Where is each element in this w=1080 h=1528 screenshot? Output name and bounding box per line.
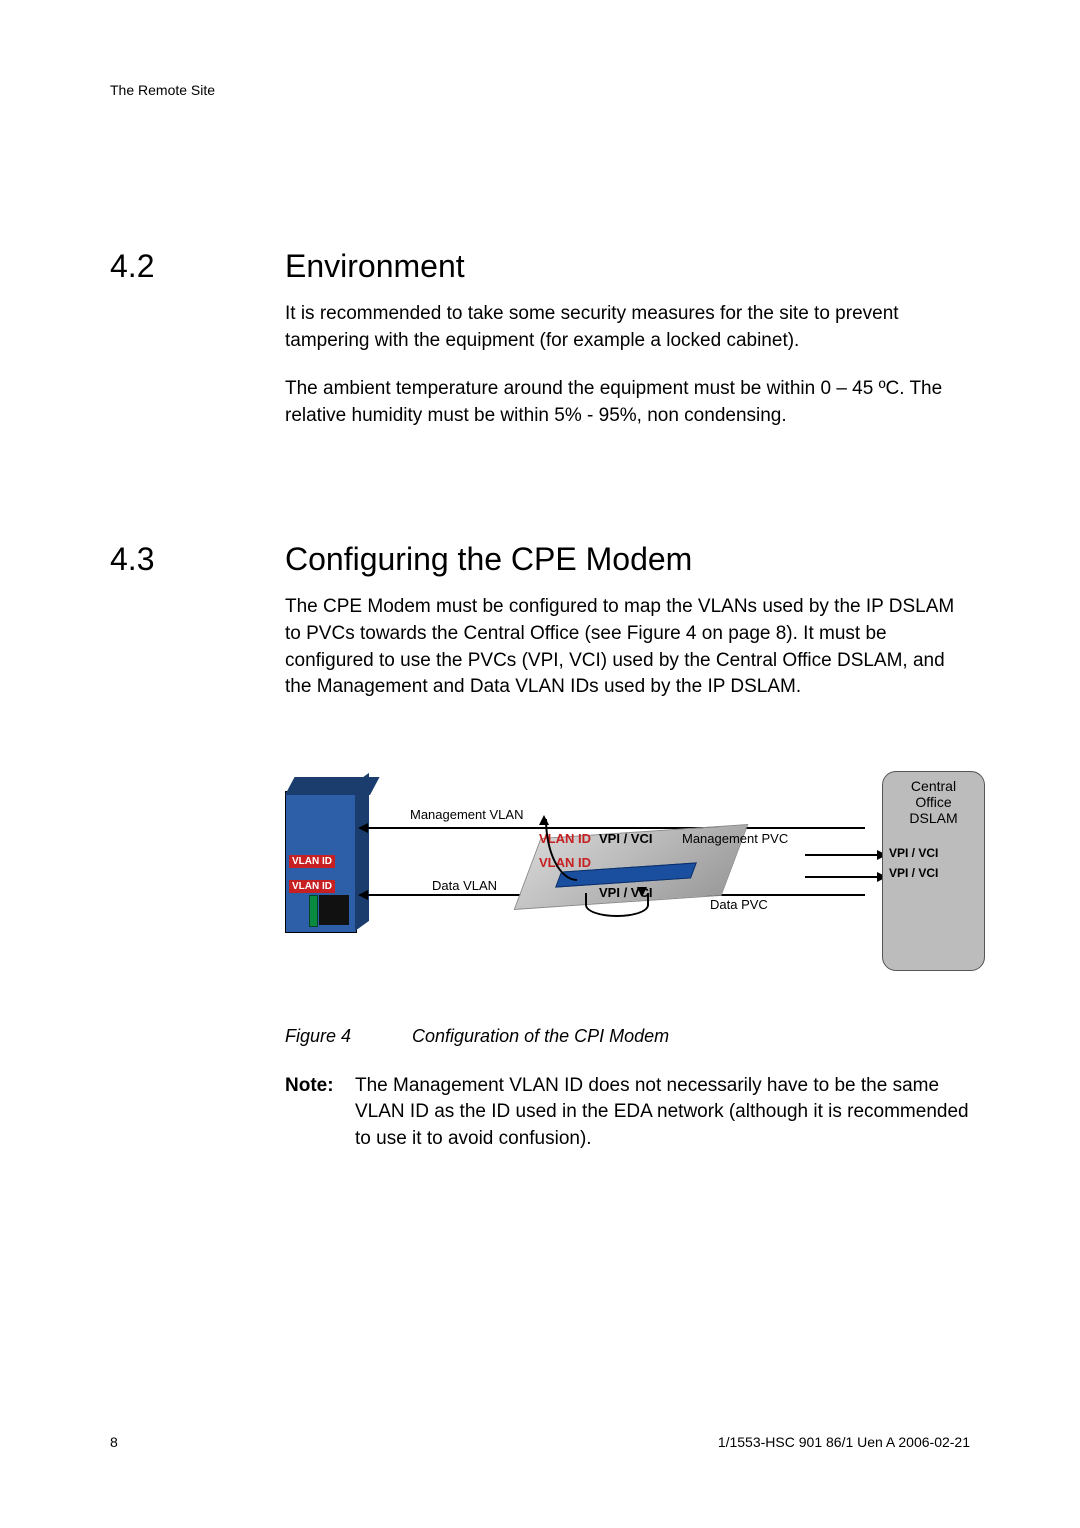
- figure-caption-text: Configuration of the CPI Modem: [412, 1026, 669, 1046]
- vlan-id-tag: VLAN ID: [289, 880, 335, 893]
- label-management-vlan: Management VLAN: [410, 807, 523, 822]
- doc-id: 1/1553-HSC 901 86/1 Uen A 2006-02-21: [718, 1434, 970, 1450]
- figure-number: Figure 4: [285, 1026, 407, 1047]
- section-number: 4.2: [110, 248, 285, 451]
- label-vpi-vci: VPI / VCI: [889, 866, 984, 880]
- label-data-vlan: Data VLAN: [432, 878, 497, 893]
- paragraph: The ambient temperature around the equip…: [285, 376, 970, 429]
- page-header: The Remote Site: [110, 82, 970, 98]
- paragraph: The CPE Modem must be configured to map …: [285, 594, 970, 700]
- vlan-id-tag: VLAN ID: [289, 855, 335, 868]
- note-text: The Management VLAN ID does not necessar…: [355, 1073, 970, 1153]
- label-management-pvc: Management PVC: [682, 831, 788, 846]
- figure-caption: Figure 4 Configuration of the CPI Modem: [285, 1026, 970, 1047]
- section-title: Configuring the CPE Modem: [285, 541, 970, 578]
- section-title: Environment: [285, 248, 970, 285]
- note-label: Note:: [285, 1073, 355, 1153]
- central-label: Office: [883, 794, 984, 810]
- label-vpi-vci: VPI / VCI: [599, 831, 652, 846]
- central-label: DSLAM: [883, 810, 984, 826]
- figure-diagram: VLAN ID VLAN ID Management VLAN Data VLA…: [285, 763, 985, 998]
- central-label: Central: [883, 778, 984, 794]
- section-number: 4.3: [110, 541, 285, 722]
- page-number: 8: [110, 1434, 118, 1450]
- ip-dslam-icon: VLAN ID VLAN ID: [285, 777, 370, 942]
- paragraph: It is recommended to take some security …: [285, 301, 970, 354]
- label-vpi-vci: VPI / VCI: [889, 846, 984, 860]
- label-data-pvc: Data PVC: [710, 897, 768, 912]
- central-office-dslam: Central Office DSLAM VPI / VCI VPI / VCI: [882, 771, 985, 971]
